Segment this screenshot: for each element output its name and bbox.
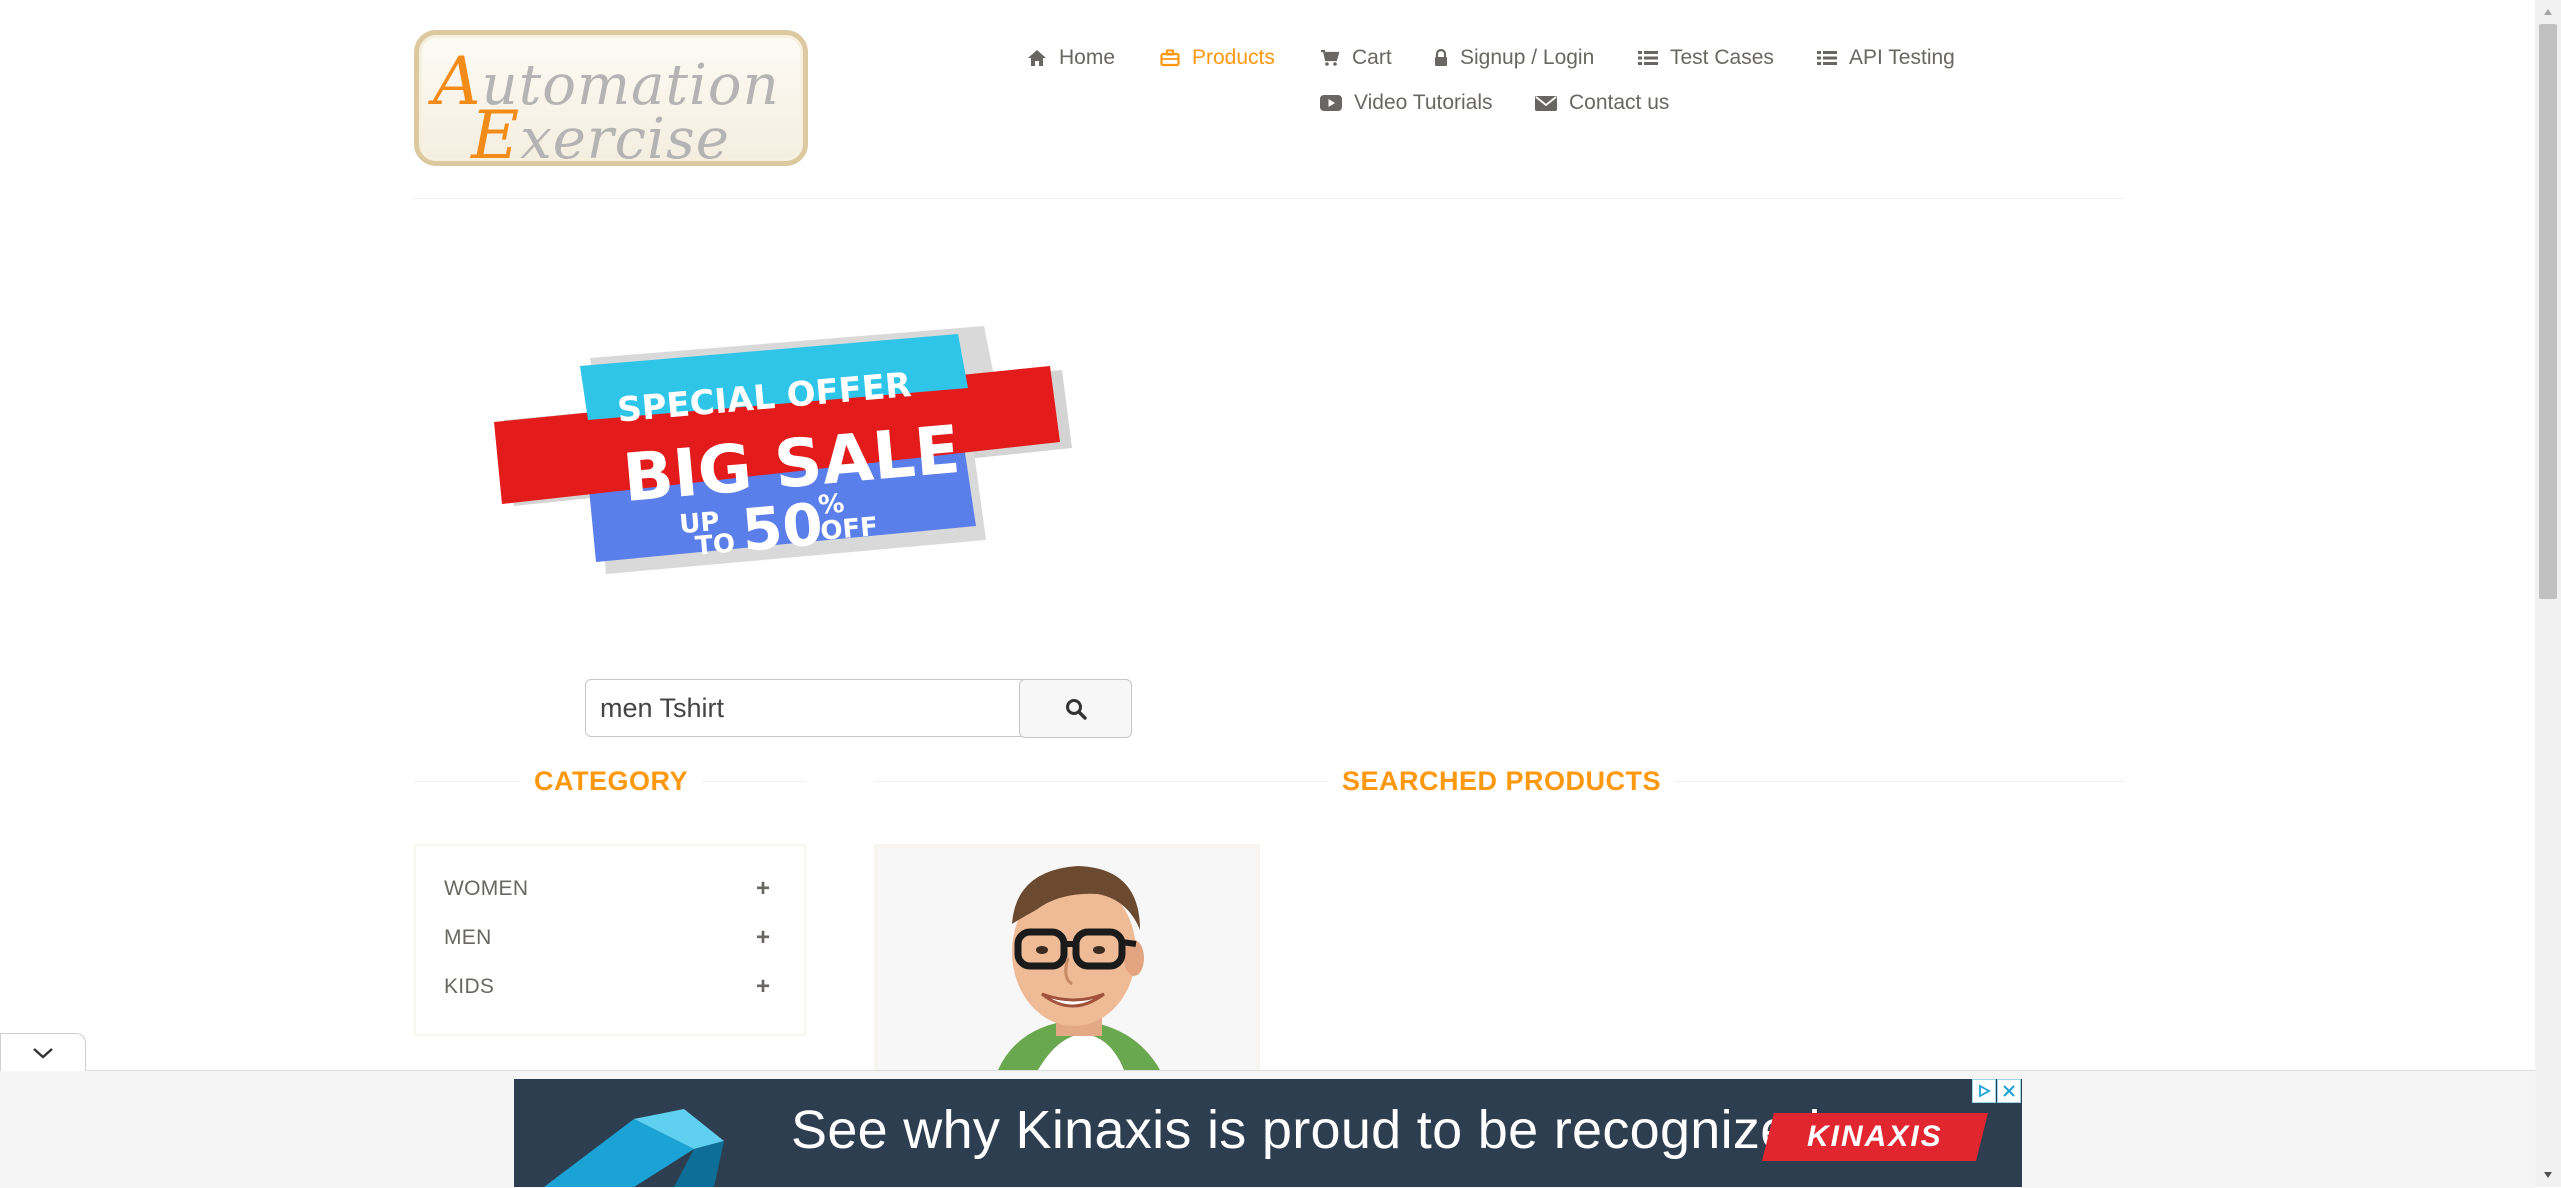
youtube-play-icon: [1320, 95, 1342, 111]
banner-to-text: TO: [694, 529, 736, 562]
header-divider: [414, 198, 2124, 199]
search-input[interactable]: [585, 679, 1025, 737]
sale-banner-graphic: SPECIAL OFFER BIG SALE UP TO 50 % OFF: [494, 326, 1072, 574]
category-men-label: MEN: [444, 926, 492, 949]
envelope-icon: [1535, 96, 1557, 111]
category-women-label: WOMEN: [444, 877, 529, 900]
nav-home-label: Home: [1059, 46, 1116, 69]
briefcase-icon: [1160, 49, 1180, 67]
category-panel: WOMEN + MEN + KIDS +: [414, 844, 806, 1036]
product-image: [878, 848, 1256, 1070]
nav-api-testing[interactable]: API Testing: [1817, 46, 1955, 70]
list-icon: [1638, 51, 1658, 65]
nav-contact-us[interactable]: Contact us: [1535, 91, 1669, 115]
nav-cart[interactable]: Cart: [1320, 46, 1392, 70]
scrollbar-thumb[interactable]: [2539, 24, 2557, 599]
category-kids-label: KIDS: [444, 975, 495, 998]
category-kids[interactable]: KIDS +: [444, 972, 770, 1002]
category-women[interactable]: WOMEN +: [444, 874, 770, 904]
nav-test-cases[interactable]: Test Cases: [1638, 46, 1774, 70]
close-icon[interactable]: [1997, 1079, 2021, 1103]
nav-signup-login-label: Signup / Login: [1460, 46, 1595, 69]
collapse-ad-button[interactable]: [0, 1033, 86, 1071]
searched-products-title: SEARCHED PRODUCTS: [1328, 766, 1676, 797]
nav-contact-us-label: Contact us: [1569, 91, 1670, 114]
plus-icon[interactable]: +: [756, 875, 770, 903]
nav-api-testing-label: API Testing: [1849, 46, 1955, 69]
ad-text: See why Kinaxis is proud to be recognize…: [791, 1100, 1821, 1160]
searched-products-heading: SEARCHED PRODUCTS: [874, 766, 2124, 797]
scroll-down-icon[interactable]: [2535, 1165, 2561, 1185]
nav-home[interactable]: Home: [1027, 46, 1115, 70]
chevron-down-icon: [33, 1047, 53, 1059]
main-nav: Home Products Cart Signup / Login Test C…: [0, 40, 2561, 130]
sale-banner: SPECIAL OFFER BIG SALE UP TO 50 % OFF: [494, 318, 1084, 586]
scroll-up-icon[interactable]: [2535, 2, 2561, 22]
nav-cart-label: Cart: [1352, 46, 1392, 69]
lock-icon: [1435, 49, 1447, 66]
nav-products[interactable]: Products: [1160, 46, 1275, 70]
banner-amount-text: 50: [739, 490, 825, 565]
nav-video-tutorials[interactable]: Video Tutorials: [1320, 91, 1493, 115]
category-heading: CATEGORY: [414, 766, 806, 797]
cart-icon: [1321, 49, 1340, 66]
ad-cube-graphic: [544, 1109, 724, 1187]
category-men[interactable]: MEN +: [444, 923, 770, 953]
nav-test-cases-label: Test Cases: [1670, 46, 1774, 69]
scrollbar[interactable]: [2535, 0, 2561, 1187]
search-icon: [1065, 698, 1087, 720]
ad-brand-logo: KINAXIS: [1762, 1113, 1988, 1161]
nav-video-tutorials-label: Video Tutorials: [1354, 91, 1493, 114]
nav-products-label: Products: [1192, 46, 1275, 69]
plus-icon[interactable]: +: [756, 924, 770, 952]
list-icon: [1817, 51, 1837, 65]
product-card: [874, 844, 1260, 1074]
plus-icon[interactable]: +: [756, 973, 770, 1001]
nav-signup-login[interactable]: Signup / Login: [1434, 46, 1594, 70]
ad-banner[interactable]: See why Kinaxis is proud to be recognize…: [514, 1079, 2022, 1187]
banner-off-text: OFF: [819, 512, 879, 547]
home-icon: [1028, 50, 1046, 66]
adchoices-icon[interactable]: [1972, 1079, 1996, 1103]
search-button[interactable]: [1019, 679, 1132, 738]
category-title: CATEGORY: [520, 766, 703, 797]
